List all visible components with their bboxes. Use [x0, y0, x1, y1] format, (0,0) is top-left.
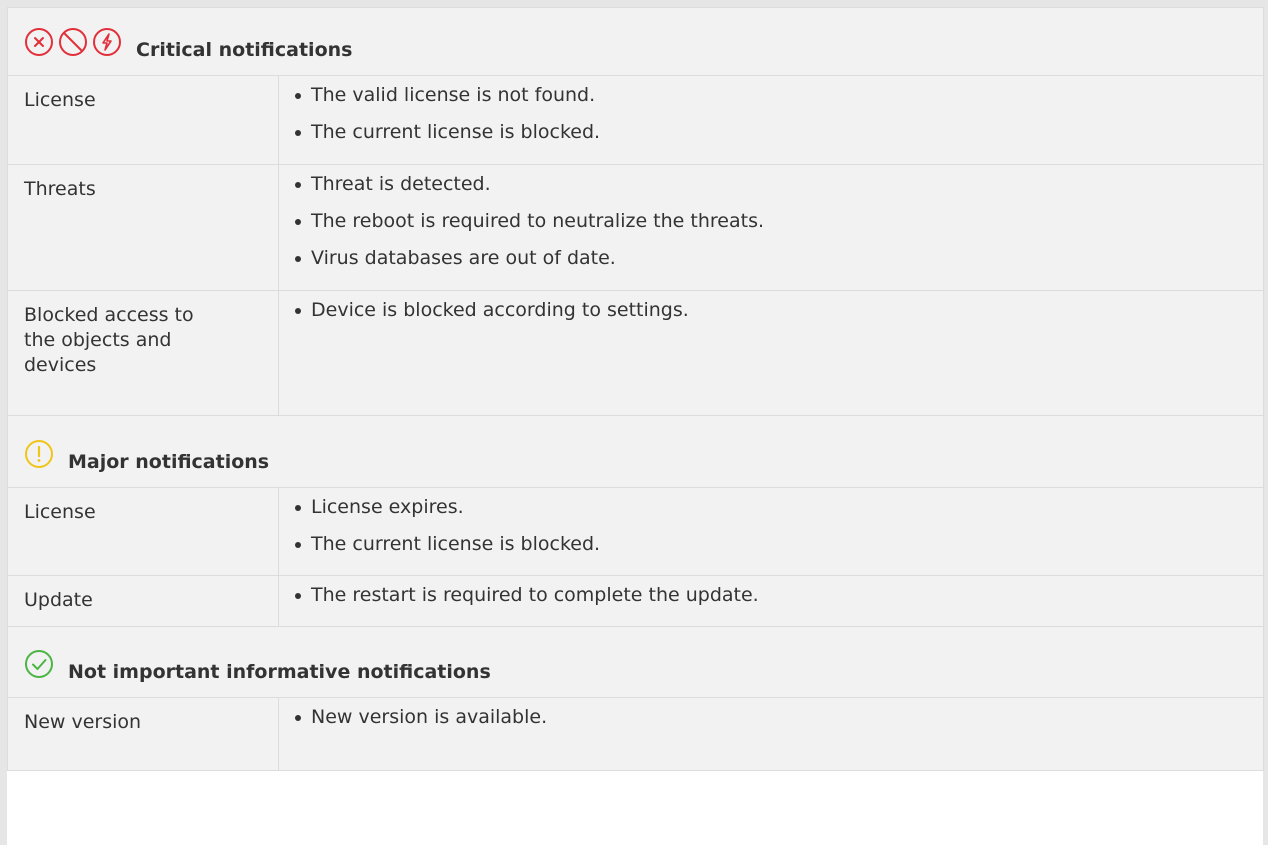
list-item: The current license is blocked. — [279, 120, 1253, 157]
lightning-circle-icon — [93, 28, 121, 56]
section-header-informative: Not important informative notifications — [7, 626, 1264, 698]
list-item: The current license is blocked. — [279, 532, 1253, 569]
row-items: New version is available. — [278, 697, 1264, 771]
section-title: Critical notifications — [136, 39, 353, 61]
table-row: Update The restart is required to comple… — [7, 575, 1264, 627]
table-row: Threats Threat is detected. The reboot i… — [7, 164, 1264, 291]
table-row: New version New version is available. — [7, 697, 1264, 771]
list-item: Threat is detected. — [279, 172, 1253, 209]
row-label: License — [7, 75, 279, 165]
table-row: License License expires. The current lic… — [7, 487, 1264, 576]
bullet-icon — [295, 308, 301, 314]
bullet-icon — [295, 256, 301, 262]
row-items: Threat is detected. The reboot is requir… — [278, 164, 1264, 291]
row-label: License — [7, 487, 279, 576]
section-header-major: Major notifications — [7, 415, 1264, 488]
list-item: The valid license is not found. — [279, 83, 1253, 120]
list-item: The restart is required to complete the … — [279, 583, 1253, 620]
section-header-critical: Critical notifications — [7, 7, 1264, 76]
list-item: License expires. — [279, 495, 1253, 532]
row-label: Blocked access to the objects and device… — [7, 290, 279, 416]
section-title: Major notifications — [68, 451, 270, 473]
section-title: Not important informative notifications — [68, 661, 491, 683]
row-items: The valid license is not found. The curr… — [278, 75, 1264, 165]
bullet-icon — [295, 219, 301, 225]
critical-icons — [24, 27, 126, 63]
bullet-icon — [295, 182, 301, 188]
informative-icons — [24, 649, 58, 685]
list-item: The reboot is required to neutralize the… — [279, 209, 1253, 246]
list-item: New version is available. — [279, 705, 1253, 742]
bullet-icon — [295, 93, 301, 99]
bullet-icon — [295, 542, 301, 548]
bullet-icon — [295, 715, 301, 721]
row-label: New version — [7, 697, 279, 771]
row-label: Threats — [7, 164, 279, 291]
notifications-table: Critical notifications License The valid… — [7, 7, 1264, 771]
table-row: License The valid license is not found. … — [7, 75, 1264, 165]
error-circle-x-icon — [25, 28, 53, 56]
bullet-icon — [295, 130, 301, 136]
list-item: Virus databases are out of date. — [279, 246, 1253, 283]
major-icons — [24, 439, 58, 475]
row-items: License expires. The current license is … — [278, 487, 1264, 576]
row-items: Device is blocked according to settings. — [278, 290, 1264, 416]
table-row: Blocked access to the objects and device… — [7, 290, 1264, 416]
warning-circle-icon — [25, 440, 53, 468]
row-items: The restart is required to complete the … — [278, 575, 1264, 627]
bullet-icon — [295, 593, 301, 599]
list-item: Device is blocked according to settings. — [279, 298, 1253, 335]
row-label: Update — [7, 575, 279, 627]
check-circle-icon — [25, 650, 53, 678]
bullet-icon — [295, 505, 301, 511]
blocked-circle-icon — [59, 28, 87, 56]
